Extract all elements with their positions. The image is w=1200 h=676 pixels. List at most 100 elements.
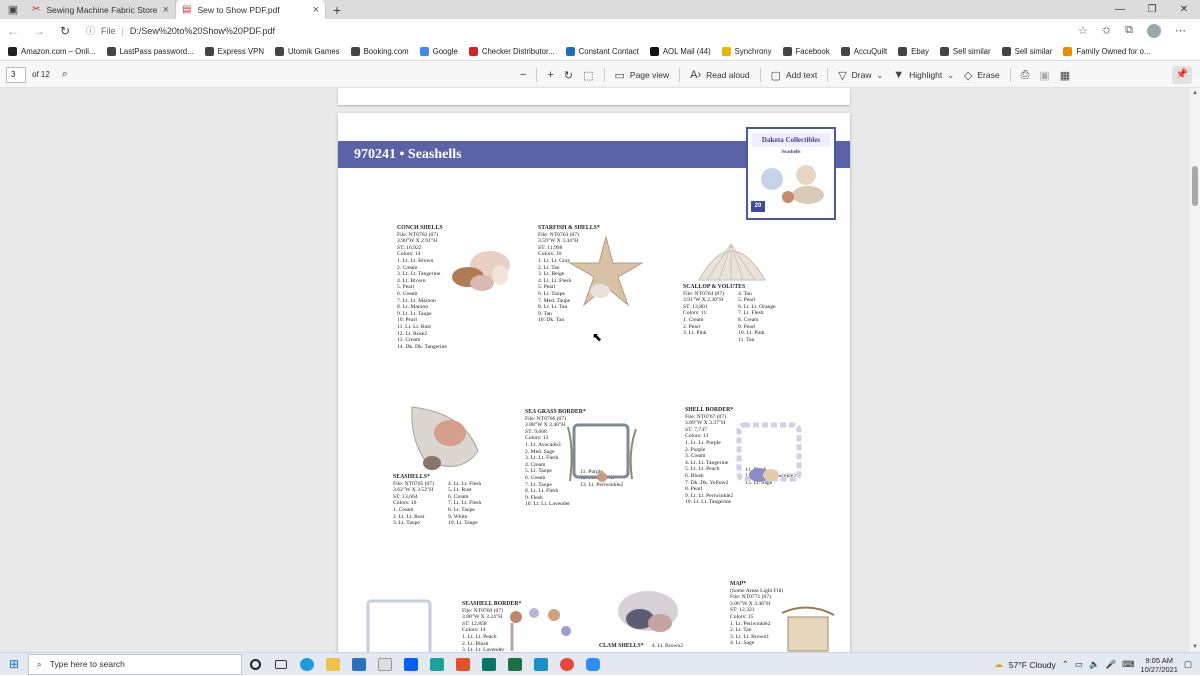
spec-line: 8. Lt. Taupe: [448, 506, 475, 513]
edge-icon[interactable]: [294, 654, 320, 675]
task-view-icon[interactable]: [268, 654, 294, 675]
favorite-favicon-icon: [419, 46, 429, 56]
network-icon[interactable]: ▭: [1075, 659, 1083, 670]
chevron-down-icon[interactable]: ⌄: [877, 71, 884, 80]
favorites-icon[interactable]: ✩: [1102, 24, 1111, 38]
spec-line: 1. Lt. Avocado3: [525, 441, 561, 448]
dropbox-icon[interactable]: [398, 654, 424, 675]
scroll-down-icon[interactable]: ▼: [1190, 644, 1200, 650]
url-field[interactable]: ⓘ File | D:/Sew%20to%20Show%20PDF.pdf: [86, 24, 1078, 37]
chevron-up-icon[interactable]: ⌃: [1062, 659, 1069, 670]
store-icon[interactable]: [528, 654, 554, 675]
favorite-item[interactable]: Amazon.com – Onli...: [8, 46, 96, 56]
window-controls: — ❐ ✕: [1104, 0, 1200, 19]
favorite-label: Family Owned for o...: [1076, 46, 1151, 56]
collections-icon[interactable]: ⧉: [1125, 24, 1133, 38]
favorite-item[interactable]: Sell similar: [939, 46, 991, 56]
erase-button[interactable]: ◇ Erase: [964, 69, 1000, 82]
scroll-thumb[interactable]: [1192, 166, 1198, 206]
fit-page-button[interactable]: ⬚: [583, 69, 593, 82]
vertical-scrollbar[interactable]: ▲ ▼: [1190, 88, 1200, 652]
spec-line: 2. Med. Sage: [525, 448, 555, 455]
keyboard-icon[interactable]: ⌨: [1122, 659, 1134, 670]
chevron-down-icon[interactable]: ⌄: [947, 71, 954, 80]
mail-icon[interactable]: [346, 654, 372, 675]
office-icon[interactable]: [450, 654, 476, 675]
save-button[interactable]: ▣: [1039, 69, 1049, 82]
more-menu-icon[interactable]: ⋯: [1175, 24, 1186, 38]
print-button[interactable]: ⎙: [1021, 69, 1030, 82]
page-number-input[interactable]: 3: [6, 66, 26, 83]
page-view-button[interactable]: ▭ Page view: [615, 69, 670, 82]
favorite-item[interactable]: Sell similar: [1001, 46, 1052, 56]
spec-line: 9. Flesh: [525, 494, 543, 501]
restore-icon[interactable]: ❐: [1136, 0, 1168, 19]
favorite-item[interactable]: Utomik Games: [275, 46, 340, 56]
favorite-item[interactable]: LastPass password...: [106, 46, 194, 56]
weather-icon[interactable]: ☁: [994, 659, 1003, 670]
scroll-up-icon[interactable]: ▲: [1190, 90, 1200, 96]
volume-icon[interactable]: 🔈: [1089, 659, 1100, 670]
publisher-icon[interactable]: [476, 654, 502, 675]
spec-line: 3.88"W X 3.40"H: [525, 422, 566, 429]
excel-icon[interactable]: [502, 654, 528, 675]
zoom-in-button[interactable]: +: [547, 69, 553, 81]
microphone-icon[interactable]: 🎤: [1106, 659, 1117, 670]
favorite-item[interactable]: Booking.com: [350, 46, 409, 56]
taskbar-search-input[interactable]: ⌕ Type here to search: [28, 653, 242, 675]
pin-toolbar-icon[interactable]: 📌: [1172, 66, 1192, 84]
close-window-icon[interactable]: ✕: [1168, 0, 1200, 19]
spec-line: 10. Lt. Pink: [738, 330, 765, 337]
chrome-icon[interactable]: [554, 654, 580, 675]
favorite-item[interactable]: Ebay: [898, 46, 929, 56]
profile-avatar[interactable]: [1147, 23, 1161, 38]
weather-text[interactable]: 57°F Cloudy: [1009, 660, 1056, 670]
favorite-item[interactable]: AccuQuilt: [840, 46, 887, 56]
refresh-icon[interactable]: ↻: [52, 24, 78, 38]
spec-line: 3. Lt. Lt. Flesh: [525, 455, 559, 462]
file-explorer-icon[interactable]: [320, 654, 346, 675]
spec-line: 2. Purple: [685, 446, 706, 453]
favorite-item[interactable]: Constant Contact: [565, 46, 639, 56]
design-scallop-volutes: SCALLOP & VOLUTES File: NT0764 (07) 3.91"…: [683, 284, 776, 343]
cortana-icon[interactable]: [242, 654, 268, 675]
clock[interactable]: 9:05 AM 10/27/2021: [1140, 656, 1178, 674]
rotate-button[interactable]: ↻: [564, 69, 573, 82]
search-icon[interactable]: ⌕: [62, 68, 68, 81]
close-tab-icon[interactable]: ×: [313, 4, 319, 16]
favorite-item[interactable]: AOL Mail (44): [649, 46, 711, 56]
favorite-favicon-icon: [649, 46, 659, 56]
tab-actions-icon[interactable]: ▣: [0, 3, 26, 16]
draw-button[interactable]: ▽ Draw ⌄: [838, 69, 883, 82]
highlight-button[interactable]: ▼ Highlight ⌄: [893, 69, 954, 81]
favorite-item[interactable]: Google: [419, 46, 458, 56]
close-tab-icon[interactable]: ×: [163, 4, 169, 16]
forward-icon[interactable]: →: [26, 24, 52, 38]
pdf-viewer[interactable]: 970241 • Seashells Dakota Collectibles S…: [0, 88, 1200, 652]
favorite-label: Ebay: [911, 46, 929, 56]
zoom-icon[interactable]: [580, 654, 606, 675]
add-text-button[interactable]: ▢ Add text: [771, 69, 818, 82]
zoom-out-button[interactable]: −: [520, 69, 526, 81]
favorite-item[interactable]: Family Owned for o...: [1063, 46, 1151, 56]
save-as-button[interactable]: ▦: [1060, 69, 1070, 82]
tab-1[interactable]: ▤ Sew to Show PDF.pdf ×: [176, 0, 326, 19]
favorite-star-icon[interactable]: ☆: [1078, 24, 1088, 38]
photos-icon[interactable]: [372, 654, 398, 675]
app-s-icon[interactable]: [424, 654, 450, 675]
spec-line: 4. Lt. Lt. Flesh: [448, 480, 482, 487]
notifications-icon[interactable]: ▢: [1184, 659, 1192, 670]
read-aloud-button[interactable]: A› Read aloud: [690, 69, 749, 81]
spec-line: File: NT0767 (07): [685, 413, 727, 420]
back-icon[interactable]: ←: [0, 24, 26, 38]
favorite-item[interactable]: Facebook: [782, 46, 830, 56]
windows-start-icon[interactable]: ⊞: [0, 657, 28, 671]
sewing-favicon-icon: ✂: [32, 4, 41, 15]
new-tab-button[interactable]: +: [326, 2, 348, 18]
tab-0[interactable]: ✂ Sewing Machine Fabric Store W ×: [26, 0, 176, 19]
spec-line: 9. White: [448, 513, 468, 520]
favorite-item[interactable]: Synchrony: [721, 46, 772, 56]
minimize-icon[interactable]: —: [1104, 0, 1136, 19]
favorite-item[interactable]: Checker Distributor...: [468, 46, 555, 56]
favorite-item[interactable]: Express VPN: [204, 46, 264, 56]
